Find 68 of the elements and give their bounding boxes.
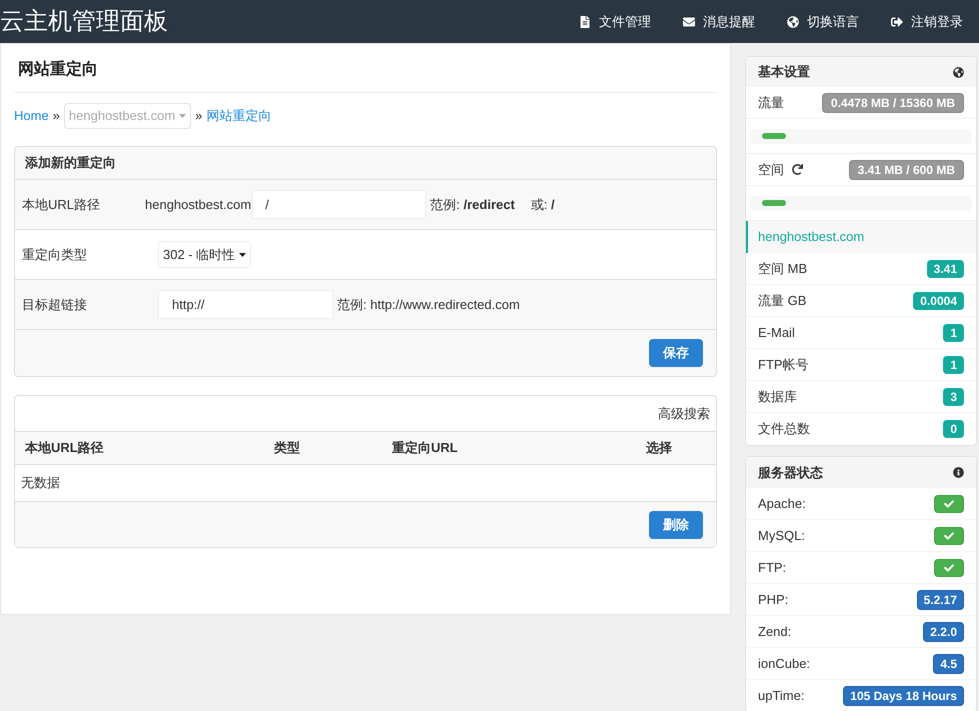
version-badge: 4.5 xyxy=(933,654,964,674)
form-title: 添加新的重定向 xyxy=(25,154,116,172)
save-button[interactable]: 保存 xyxy=(649,339,703,367)
envelope-icon xyxy=(683,16,695,28)
panel-title: 基本设置 xyxy=(758,63,810,82)
usage-label: 流量 xyxy=(758,94,784,112)
nav-link[interactable]: 切换语言 xyxy=(771,0,875,43)
delete-button[interactable]: 删除 xyxy=(649,510,703,538)
stat-value: 0 xyxy=(943,420,964,438)
field-label: 目标超链接 xyxy=(22,296,88,314)
stat-label: 文件总数 xyxy=(758,420,810,438)
stat-value: 0.0004 xyxy=(913,292,964,310)
usage-label: 空间 xyxy=(758,160,784,179)
panel-title: 服务器状态 xyxy=(758,464,823,482)
info-icon xyxy=(953,467,964,478)
globe-icon xyxy=(787,16,799,28)
version-badge: 2.2.0 xyxy=(923,622,964,642)
example-hint: 范例: /redirect xyxy=(430,196,515,214)
column-header: 本地URL路径 xyxy=(25,439,105,458)
caret-icon xyxy=(179,114,186,118)
nav-link[interactable]: 文件管理 xyxy=(563,0,667,43)
stat-label: 数据库 xyxy=(758,388,797,406)
service-label: Zend: xyxy=(758,622,792,641)
stat-label: 流量 GB xyxy=(758,292,806,310)
globe-icon xyxy=(953,66,964,78)
service-label: ionCube: xyxy=(758,654,810,673)
refresh-icon[interactable] xyxy=(792,164,803,175)
nav-link[interactable]: 注销登录 xyxy=(875,0,979,43)
version-badge: 105 Days 18 Hours xyxy=(843,686,964,706)
exit-icon xyxy=(891,16,903,28)
domain-prefix: henghostbest.com xyxy=(145,196,252,214)
service-label: MySQL: xyxy=(758,526,805,545)
document-icon xyxy=(579,16,591,28)
caret-icon xyxy=(239,252,246,256)
service-label: Apache: xyxy=(758,494,806,513)
field-label: 重定向类型 xyxy=(22,246,88,264)
field-label: 本地URL路径 xyxy=(22,196,102,214)
nav-link[interactable]: 消息提醒 xyxy=(667,0,771,43)
stat-value: 3 xyxy=(943,388,964,406)
column-header: 选择 xyxy=(646,439,672,458)
page-title: 网站重定向 xyxy=(18,61,98,78)
stat-label: 空间 MB xyxy=(758,260,808,278)
service-label: PHP: xyxy=(758,590,788,609)
breadcrumb-separator: » xyxy=(195,107,202,126)
column-header: 类型 xyxy=(274,439,301,458)
version-badge: 5.2.17 xyxy=(916,590,964,610)
app-title: 云主机管理面板 xyxy=(0,6,168,36)
redirect-type-select[interactable]: 302 - 临时性 xyxy=(158,241,252,268)
service-label: upTime: xyxy=(758,687,804,706)
usage-reading: 3.41 MB / 600 MB xyxy=(848,160,964,180)
alternative-hint: 或: / xyxy=(530,196,555,214)
domain-name: henghostbest.com xyxy=(758,228,864,246)
url-input[interactable]: http:// xyxy=(158,290,333,319)
stat-value: 3.41 xyxy=(926,260,964,278)
empty-message: 无数据 xyxy=(21,474,60,492)
stat-value: 1 xyxy=(943,324,964,342)
column-header: 重定向URL xyxy=(392,439,459,458)
home-link[interactable]: Home xyxy=(14,106,49,126)
stat-value: 1 xyxy=(943,356,964,374)
stat-label: FTP帐号 xyxy=(758,356,809,374)
advanced-search-link[interactable]: 高级搜索 xyxy=(658,404,710,424)
example-hint: 范例: http://www.redirected.com xyxy=(337,296,520,314)
stat-label: E-Mail xyxy=(758,324,795,342)
current-page-link[interactable]: 网站重定向 xyxy=(206,106,272,126)
service-label: FTP: xyxy=(758,558,786,577)
breadcrumb-separator: » xyxy=(52,107,60,126)
path-input[interactable]: / xyxy=(252,190,426,219)
usage-reading: 0.4478 MB / 15360 MB xyxy=(822,92,964,112)
